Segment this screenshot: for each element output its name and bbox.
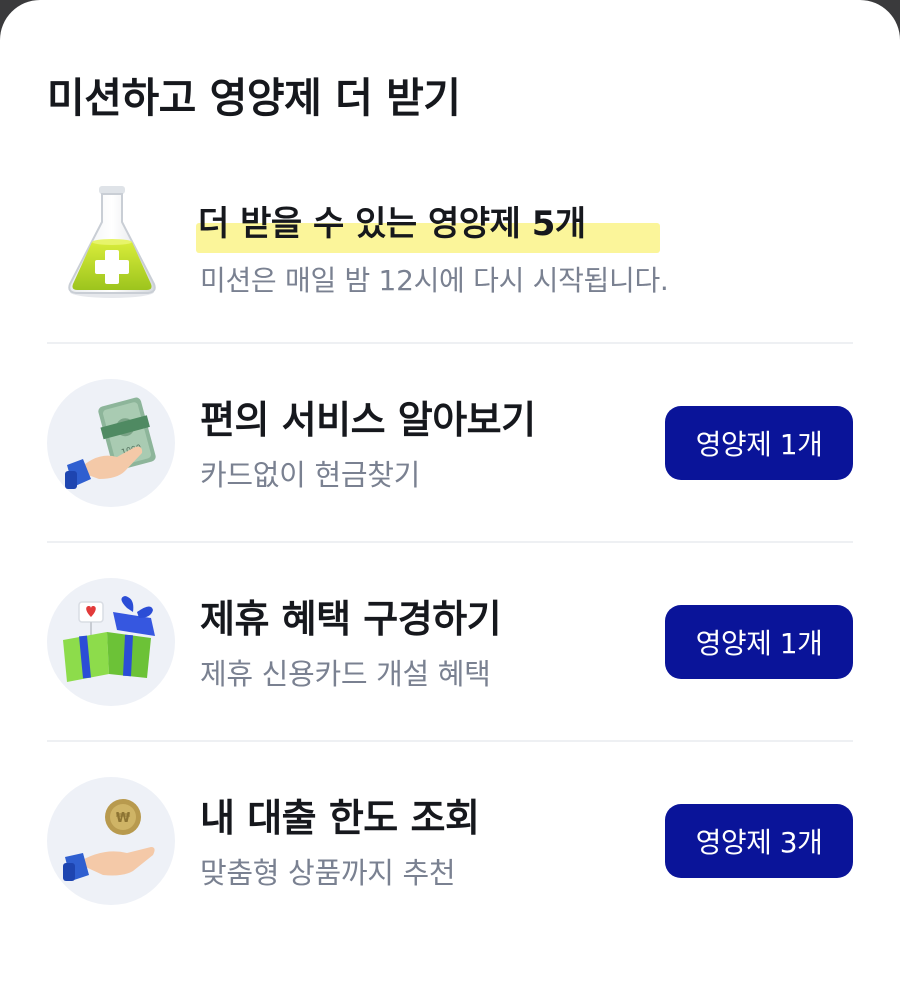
- reset-notice: 미션은 매일 밤 12시에 다시 시작됩니다.: [200, 264, 669, 297]
- reward-button[interactable]: 영양제 1개: [665, 605, 853, 679]
- mission-item-convenience[interactable]: 1000 편의 서비스 알아보기 카드없이 현금찾기 영양제 1개: [0, 379, 900, 507]
- divider: [47, 740, 853, 742]
- coin-hand-icon: ₩: [47, 777, 175, 905]
- reward-button[interactable]: 영양제 3개: [665, 804, 853, 878]
- mission-title: 제휴 혜택 구경하기: [200, 597, 502, 641]
- divider: [47, 342, 853, 344]
- flask-icon: [62, 184, 162, 304]
- bottom-sheet: 미션하고 영양제 더 받기 더 받을 수 있는 영양제 5개 미션은 매일 밤 …: [0, 0, 900, 993]
- mission-item-partner-benefits[interactable]: 제휴 혜택 구경하기 제휴 신용카드 개설 혜택 영양제 1개: [0, 578, 900, 706]
- remaining-reward-headline: 더 받을 수 있는 영양제 5개: [198, 204, 586, 244]
- divider: [47, 541, 853, 543]
- gift-box-icon: [47, 578, 175, 706]
- svg-text:₩: ₩: [116, 811, 131, 826]
- mission-title: 편의 서비스 알아보기: [200, 398, 536, 442]
- mission-desc: 제휴 신용카드 개설 혜택: [200, 657, 491, 691]
- mission-desc: 맞춤형 상품까지 추천: [200, 856, 456, 890]
- mission-desc: 카드없이 현금찾기: [200, 458, 420, 492]
- mission-item-loan-limit[interactable]: ₩ 내 대출 한도 조회 맞춤형 상품까지 추천 영양제 3개: [0, 777, 900, 905]
- cash-hand-icon: 1000: [47, 379, 175, 507]
- sheet-title: 미션하고 영양제 더 받기: [47, 74, 461, 122]
- reward-button[interactable]: 영양제 1개: [665, 406, 853, 480]
- mission-title: 내 대출 한도 조회: [200, 796, 480, 840]
